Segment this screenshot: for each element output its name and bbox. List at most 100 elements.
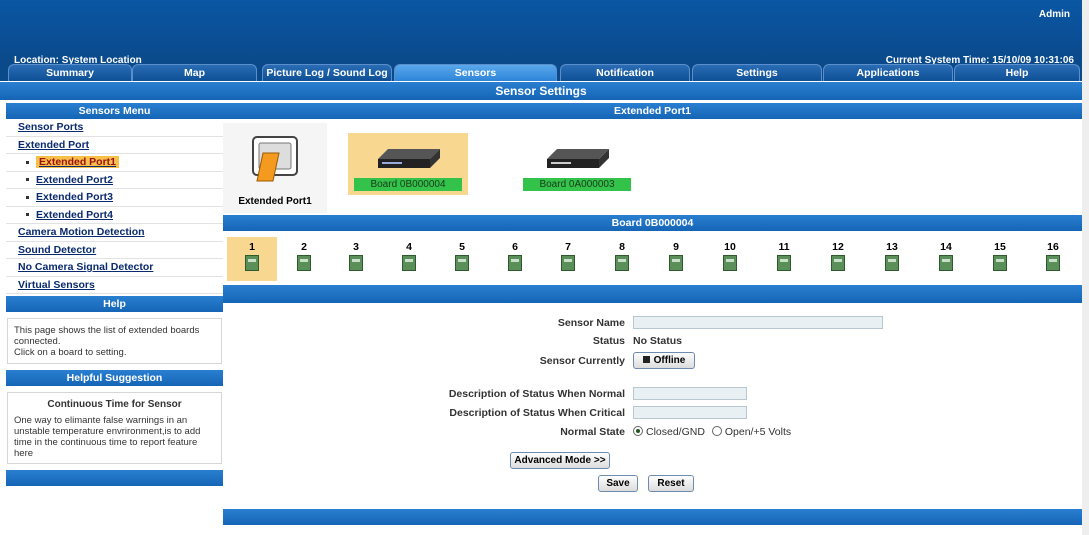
board-icon (547, 149, 609, 168)
sensor-slot-5[interactable]: 5 (437, 237, 487, 281)
sensor-slot-2[interactable]: 2 (279, 237, 329, 281)
slot-number: 5 (459, 241, 465, 253)
slot-number: 3 (353, 241, 359, 253)
sensor-slot-9[interactable]: 9 (651, 237, 701, 281)
sensor-connector-icon (615, 255, 629, 271)
slot-number: 4 (406, 241, 412, 253)
tab-map[interactable]: Map (132, 64, 257, 81)
tab-applications[interactable]: Applications (823, 64, 953, 81)
sidebar-item-extended-port3[interactable]: Extended Port3 (6, 189, 223, 207)
sensor-connector-icon (297, 255, 311, 271)
sensor-slot-6[interactable]: 6 (490, 237, 540, 281)
board-label: Board 0A000003 (523, 178, 631, 191)
sidebar-item-label[interactable]: Extended Port1 (36, 156, 120, 168)
desc-normal-label: Description of Status When Normal (448, 388, 625, 400)
sensors-menu-title: Sensors Menu (6, 103, 223, 119)
sensor-slot-13[interactable]: 13 (867, 237, 917, 281)
sensor-slot-10[interactable]: 10 (705, 237, 755, 281)
sensor-slot-3[interactable]: 3 (331, 237, 381, 281)
slot-number: 2 (301, 241, 307, 253)
sidebar-item-extended-port4[interactable]: Extended Port4 (6, 207, 223, 224)
suggestion-box: Continuous Time for Sensor One way to el… (7, 392, 222, 464)
sidebar-item-label[interactable]: Extended Port4 (36, 209, 113, 221)
status-label: Status (592, 335, 625, 347)
sensor-slot-8[interactable]: 8 (597, 237, 647, 281)
slot-number: 16 (1047, 241, 1059, 253)
sensor-connector-icon (508, 255, 522, 271)
sidebar-item-sound-detector[interactable]: Sound Detector (6, 242, 223, 259)
board-title: Board 0B000004 (223, 215, 1082, 231)
reset-button[interactable]: Reset (648, 475, 694, 492)
sensor-connector-icon (777, 255, 791, 271)
sidebar-item-no-camera-signal[interactable]: No Camera Signal Detector (6, 259, 223, 277)
sensor-form: Sensor Name Status No Status Sensor Curr… (223, 303, 1082, 513)
board-card-0B000004[interactable]: Board 0B000004 (348, 133, 468, 195)
slot-number: 15 (994, 241, 1006, 253)
sensor-slot-14[interactable]: 14 (921, 237, 971, 281)
sensor-connector-icon (723, 255, 737, 271)
tab-sensors[interactable]: Sensors (394, 64, 557, 81)
advanced-mode-button[interactable]: Advanced Mode >> (510, 452, 610, 469)
sidebar-item-extended-port[interactable]: Extended Port (6, 137, 223, 154)
main-tabs: Summary Map Picture Log / Sound Log Sens… (0, 64, 1082, 81)
section-title: Extended Port1 (223, 103, 1082, 119)
bullet-icon (26, 195, 29, 199)
sidebar-item-extended-port2[interactable]: Extended Port2 (6, 172, 223, 189)
tab-picture-log[interactable]: Picture Log / Sound Log (262, 64, 392, 81)
extended-port-card[interactable]: Extended Port1 (223, 123, 327, 213)
slot-number: 12 (832, 241, 844, 253)
tab-summary[interactable]: Summary (8, 64, 132, 81)
bullet-icon (26, 160, 29, 164)
tab-notification[interactable]: Notification (560, 64, 690, 81)
sensor-connector-icon (939, 255, 953, 271)
sensor-slot-12[interactable]: 12 (813, 237, 863, 281)
help-box: This page shows the list of extended boa… (7, 318, 222, 364)
sensor-name-input[interactable] (633, 316, 883, 329)
tab-help[interactable]: Help (954, 64, 1080, 81)
port-icon (252, 136, 298, 182)
slot-number: 11 (778, 241, 790, 253)
sensor-slot-11[interactable]: 11 (759, 237, 809, 281)
sensor-connector-icon (885, 255, 899, 271)
sensor-slot-16[interactable]: 16 (1028, 237, 1078, 281)
sensor-connector-icon (993, 255, 1007, 271)
sensor-slot-15[interactable]: 15 (975, 237, 1025, 281)
sensor-currently-label: Sensor Currently (539, 355, 625, 367)
boards-area: Extended Port1 Board 0B000004 Board 0A00… (223, 119, 1082, 215)
suggestion-heading: Continuous Time for Sensor (47, 399, 182, 410)
save-button[interactable]: Save (598, 475, 638, 492)
sidebar-item-sensor-ports[interactable]: Sensor Ports (6, 119, 223, 137)
sidebar-item-virtual-sensors[interactable]: Virtual Sensors (6, 277, 223, 294)
sidebar-item-extended-port1[interactable]: Extended Port1 (6, 154, 223, 172)
slot-number: 7 (565, 241, 571, 253)
offline-button[interactable]: Offline (633, 352, 695, 369)
sidebar-item-camera-motion[interactable]: Camera Motion Detection (6, 224, 223, 242)
slot-number: 6 (512, 241, 518, 253)
radio-label: Open/+5 Volts (724, 426, 792, 438)
tab-settings[interactable]: Settings (692, 64, 822, 81)
sensor-connector-icon (455, 255, 469, 271)
sensor-slots: 1 2 3 4 5 6 7 8 9 10 11 12 13 14 15 16 (223, 231, 1082, 285)
closed-gnd-radio[interactable] (633, 426, 643, 436)
board-icon (378, 149, 440, 168)
sidebar-item-label[interactable]: Extended Port2 (36, 174, 113, 186)
sensor-connector-icon (669, 255, 683, 271)
slot-number: 9 (673, 241, 679, 253)
help-title: Help (6, 296, 223, 312)
sensor-connector-icon (1046, 255, 1060, 271)
radio-label: Closed/GND (646, 426, 705, 438)
user-label[interactable]: Admin (1039, 9, 1070, 20)
slot-number: 10 (724, 241, 736, 253)
sensor-slot-4[interactable]: 4 (384, 237, 434, 281)
sidebar-item-label[interactable]: Extended Port3 (36, 191, 113, 203)
bullet-icon (26, 213, 29, 217)
open-5v-radio[interactable] (711, 426, 722, 436)
sensor-slot-1[interactable]: 1 (227, 237, 277, 281)
slot-number: 1 (249, 241, 255, 253)
sensor-slot-7[interactable]: 7 (543, 237, 593, 281)
board-card-0A000003[interactable]: Board 0A000003 (517, 133, 637, 195)
desc-critical-input[interactable] (633, 406, 747, 419)
bullet-icon (26, 178, 29, 182)
vertical-scrollbar[interactable] (1082, 0, 1089, 535)
desc-normal-input[interactable] (633, 387, 747, 400)
